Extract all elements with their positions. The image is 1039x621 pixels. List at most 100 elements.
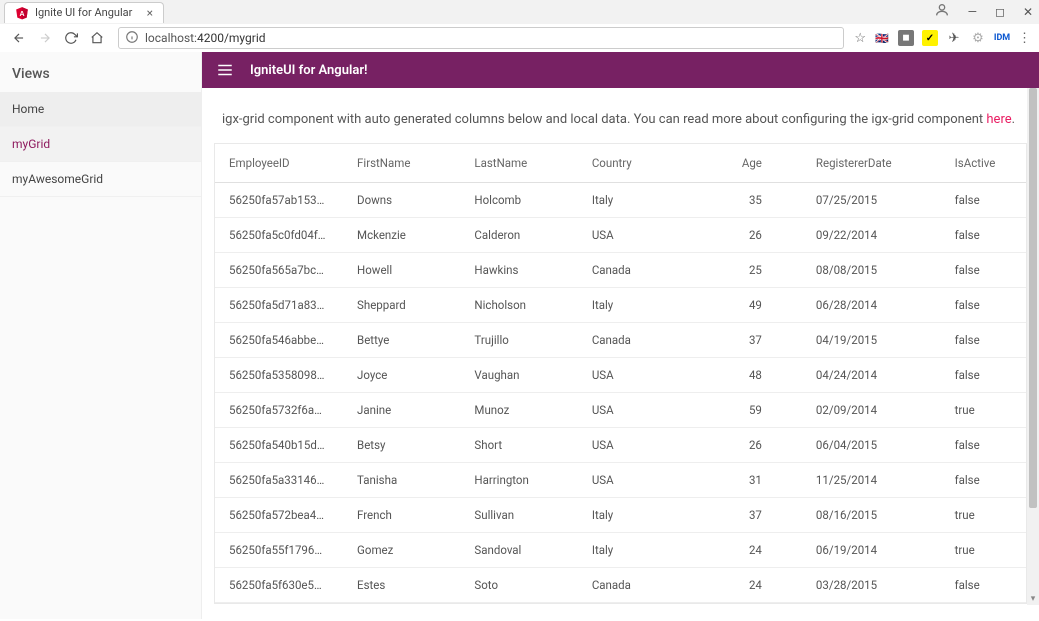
menu-icon[interactable]: [216, 61, 234, 79]
cell-lastname: Harrington: [460, 463, 577, 497]
nav-home-icon[interactable]: [86, 27, 108, 49]
cell-employeeid: 56250fa5d71a83…: [215, 288, 343, 322]
cell-isactive: false: [941, 428, 1026, 462]
table-row[interactable]: 56250fa540b15d…BetsyShortUSA2606/04/2015…: [215, 428, 1026, 463]
table-row[interactable]: 56250fa5f630e5…EstesSotoCanada2403/28/20…: [215, 568, 1026, 603]
column-header-lastname[interactable]: LastName: [460, 144, 577, 182]
table-row[interactable]: 56250fa546abbe…BettyeTrujilloCanada3704/…: [215, 323, 1026, 358]
extension-block-icon[interactable]: ◼: [898, 30, 914, 46]
site-info-icon[interactable]: [125, 30, 139, 47]
cell-employeeid: 56250fa5358098…: [215, 358, 343, 392]
table-row[interactable]: 56250fa565a7bc…HowellHawkinsCanada2508/0…: [215, 253, 1026, 288]
sidebar-item-mygrid[interactable]: myGrid: [0, 127, 201, 162]
cell-isactive: false: [941, 568, 1026, 602]
sidebar-item-myawesomegrid[interactable]: myAwesomeGrid: [0, 162, 201, 197]
svg-text:A: A: [19, 10, 24, 17]
vertical-scrollbar[interactable]: ▾: [1027, 88, 1039, 605]
cell-registererdate: 04/19/2015: [802, 323, 941, 357]
nav-reload-icon[interactable]: [60, 27, 82, 49]
browser-menu-icon[interactable]: ⋮: [1018, 31, 1031, 46]
table-row[interactable]: 56250fa5d71a83…SheppardNicholsonItaly490…: [215, 288, 1026, 323]
table-row[interactable]: 56250fa57ab153…DownsHolcombItaly3507/25/…: [215, 183, 1026, 218]
cell-age: 25: [727, 253, 802, 287]
window-controls: — ◻ ✕: [934, 2, 1033, 21]
cell-country: USA: [578, 428, 727, 462]
extension-gear-icon[interactable]: ⚙: [970, 30, 986, 46]
cell-registererdate: 03/28/2015: [802, 568, 941, 602]
window-close-icon[interactable]: ✕: [1023, 5, 1033, 19]
cell-employeeid: 56250fa565a7bc…: [215, 253, 343, 287]
cell-employeeid: 56250fa5c0fd04f…: [215, 218, 343, 252]
cell-employeeid: 56250fa57ab153…: [215, 183, 343, 217]
window-maximize-icon[interactable]: ◻: [995, 5, 1005, 19]
cell-firstname: Betsy: [343, 428, 460, 462]
cell-lastname: Vaughan: [460, 358, 577, 392]
table-row[interactable]: 56250fa55f1796…GomezSandovalItaly2406/19…: [215, 533, 1026, 568]
cell-country: USA: [578, 463, 727, 497]
column-header-isactive[interactable]: IsActive: [941, 144, 1026, 182]
window-minimize-icon[interactable]: —: [968, 5, 977, 19]
user-icon[interactable]: [934, 2, 950, 21]
cell-age: 26: [727, 428, 802, 462]
cell-country: Italy: [578, 288, 727, 322]
cell-registererdate: 07/25/2015: [802, 183, 941, 217]
extension-plane-icon[interactable]: ✈: [946, 30, 962, 46]
cell-age: 26: [727, 218, 802, 252]
cell-age: 37: [727, 498, 802, 532]
sidebar-item-home[interactable]: Home: [0, 92, 201, 127]
cell-isactive: false: [941, 288, 1026, 322]
tab-close-icon[interactable]: ×: [147, 6, 153, 20]
cell-country: Canada: [578, 323, 727, 357]
column-header-employeeid[interactable]: EmployeeID: [215, 144, 343, 182]
cell-firstname: Joyce: [343, 358, 460, 392]
cell-employeeid: 56250fa5a33146…: [215, 463, 343, 497]
scrollbar-down-arrow-icon[interactable]: ▾: [1027, 593, 1039, 605]
cell-firstname: Gomez: [343, 533, 460, 567]
cell-registererdate: 09/22/2014: [802, 218, 941, 252]
cell-lastname: Munoz: [460, 393, 577, 427]
table-row[interactable]: 56250fa5358098…JoyceVaughanUSA4804/24/20…: [215, 358, 1026, 393]
bookmark-star-icon[interactable]: ☆: [854, 31, 866, 46]
column-header-firstname[interactable]: FirstName: [343, 144, 460, 182]
intro-link[interactable]: here: [986, 112, 1011, 127]
cell-lastname: Soto: [460, 568, 577, 602]
table-row[interactable]: 56250fa5c0fd04f…MckenzieCalderonUSA2609/…: [215, 218, 1026, 253]
sidebar-title: Views: [0, 52, 201, 92]
intro-text: igx-grid component with auto generated c…: [222, 112, 1019, 127]
table-row[interactable]: 56250fa572bea4…FrenchSullivanItaly3708/1…: [215, 498, 1026, 533]
cell-country: USA: [578, 393, 727, 427]
cell-age: 24: [727, 568, 802, 602]
cell-employeeid: 56250fa5f630e5…: [215, 568, 343, 602]
column-header-registererdate[interactable]: RegistererDate: [802, 144, 941, 182]
cell-isactive: true: [941, 533, 1026, 567]
table-row[interactable]: 56250fa5732f6a…JanineMunozUSA5902/09/201…: [215, 393, 1026, 428]
cell-employeeid: 56250fa55f1796…: [215, 533, 343, 567]
cell-age: 35: [727, 183, 802, 217]
cell-employeeid: 56250fa546abbe…: [215, 323, 343, 357]
extension-check-icon[interactable]: ✓: [922, 30, 938, 46]
cell-lastname: Holcomb: [460, 183, 577, 217]
extension-flag-icon[interactable]: 🇬🇧: [874, 30, 890, 46]
grid-body: 56250fa57ab153…DownsHolcombItaly3507/25/…: [215, 183, 1026, 603]
browser-chrome: A Ignite UI for Angular × — ◻ ✕: [0, 0, 1039, 52]
cell-registererdate: 06/04/2015: [802, 428, 941, 462]
cell-isactive: true: [941, 498, 1026, 532]
table-row[interactable]: 56250fa5a33146…TanishaHarringtonUSA3111/…: [215, 463, 1026, 498]
cell-age: 31: [727, 463, 802, 497]
url-bar[interactable]: localhost:4200/mygrid: [118, 27, 844, 49]
column-header-country[interactable]: Country: [578, 144, 727, 182]
cell-registererdate: 02/09/2014: [802, 393, 941, 427]
cell-country: Italy: [578, 498, 727, 532]
scrollbar-thumb[interactable]: [1029, 88, 1037, 508]
extension-idm-icon[interactable]: IDM: [994, 30, 1010, 46]
cell-firstname: Mckenzie: [343, 218, 460, 252]
cell-registererdate: 04/24/2014: [802, 358, 941, 392]
cell-country: Italy: [578, 533, 727, 567]
column-header-age[interactable]: Age: [727, 144, 802, 182]
browser-tab[interactable]: A Ignite UI for Angular ×: [4, 2, 164, 23]
nav-back-icon[interactable]: [8, 27, 30, 49]
tab-bar: A Ignite UI for Angular × — ◻ ✕: [0, 0, 1039, 24]
main: IgniteUI for Angular! igx-grid component…: [202, 52, 1039, 619]
cell-lastname: Sullivan: [460, 498, 577, 532]
cell-employeeid: 56250fa540b15d…: [215, 428, 343, 462]
